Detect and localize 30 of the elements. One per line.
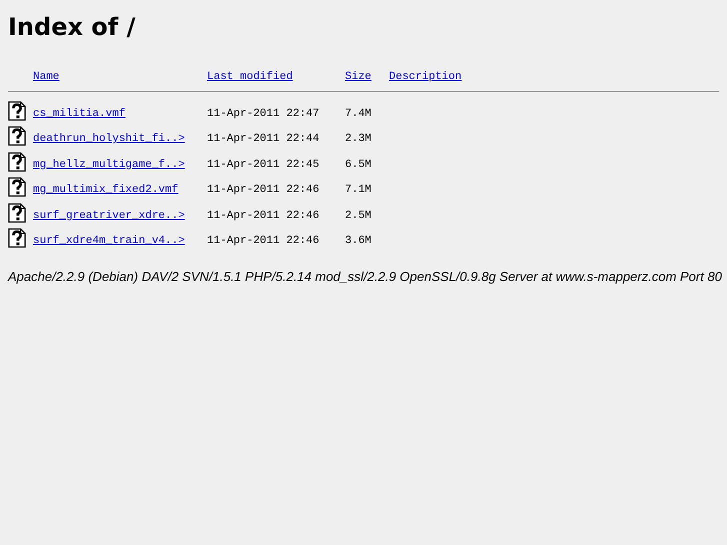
unknown-file-icon [8,126,26,146]
file-size: 2.3M [345,132,372,147]
modified-date: 11-Apr-2011 22:47 [207,106,320,122]
column-sort-link[interactable]: Last modified [207,71,345,83]
modified-date: 11-Apr-2011 22:45 [207,158,320,172]
file-link[interactable]: surf_xdre4m_train_v4..> [33,234,207,251]
file-link[interactable]: mg_hellz_multigame_f..> [33,158,207,174]
unknown-file-icon [8,152,26,172]
unknown-file-icon [8,177,26,198]
file-size: 2.5M [345,208,372,224]
file-size: 6.5M [345,158,372,172]
modified-date: 11-Apr-2011 22:46 [207,234,320,249]
file-size: 3.6M [345,234,372,249]
column-sort-link[interactable]: Size [345,71,389,83]
modified-date: 11-Apr-2011 22:46 [207,183,320,198]
page-title: Index of / [8,13,136,41]
unknown-file-icon [8,100,26,121]
unknown-file-icon [8,202,26,223]
file-link[interactable]: cs_militia.vmf [33,106,207,124]
file-link[interactable]: mg_multimix_fixed2.vmf [33,183,207,200]
modified-date: 11-Apr-2011 22:44 [207,132,320,147]
file-link[interactable]: surf_greatriver_xdre..> [33,208,207,226]
file-size: 7.1M [345,183,372,198]
modified-date: 11-Apr-2011 22:46 [207,208,320,224]
unknown-file-icon [8,228,26,248]
column-sort-link[interactable]: Name [33,71,207,83]
server-signature: Apache/2.2.9 (Debian) DAV/2 SVN/1.5.1 PHP/5.2.14 mod_ssl/2.2.9 OpenSSL/0.9.8g Server at www.s-mapperz.com Port 80 [8,269,722,285]
file-size: 7.4M [345,106,372,122]
file-link[interactable]: deathrun_holyshit_fi..> [33,132,207,149]
column-sort-link[interactable]: Description [389,71,462,83]
